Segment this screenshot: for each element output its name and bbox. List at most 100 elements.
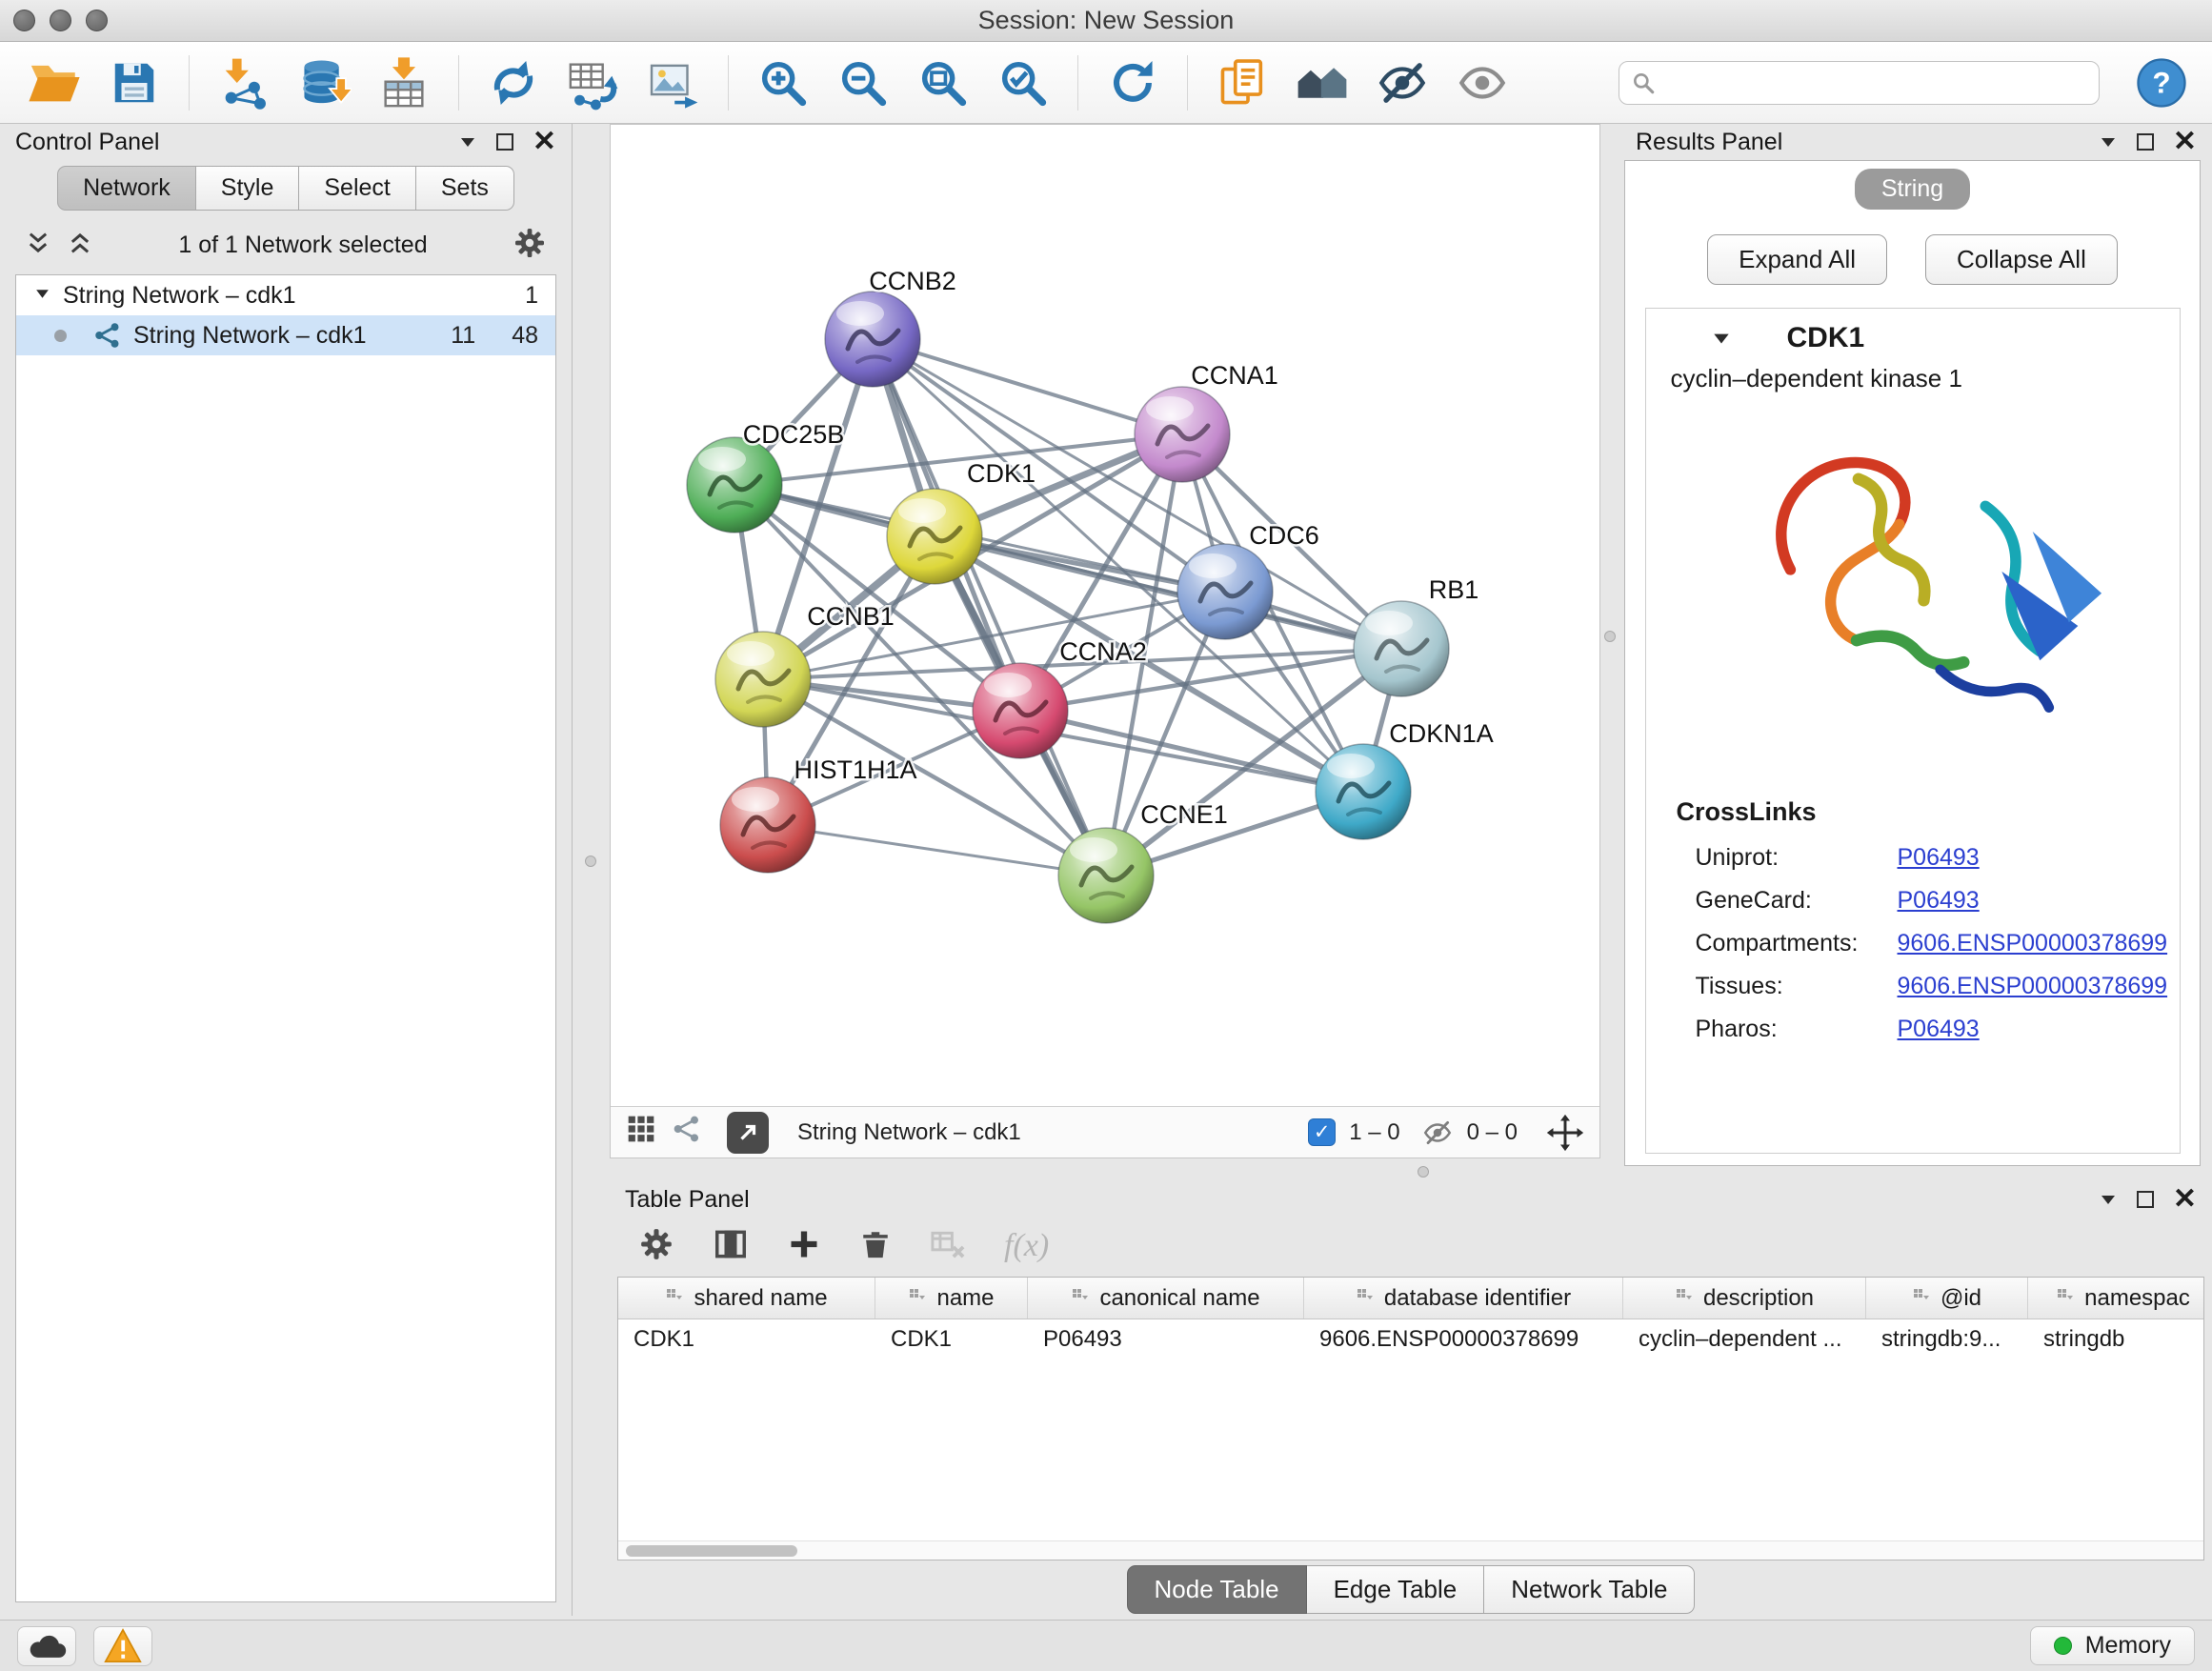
vertical-splitter-handle[interactable]: [585, 856, 596, 867]
import-network-button[interactable]: [211, 50, 277, 116]
add-column-plus-icon[interactable]: [787, 1227, 821, 1266]
float-panel-icon[interactable]: [458, 132, 477, 151]
column-header-description[interactable]: description: [1623, 1278, 1866, 1319]
column-header-name[interactable]: name: [875, 1278, 1028, 1319]
memory-button[interactable]: Memory: [2030, 1626, 2195, 1665]
zoom-in-button[interactable]: [750, 50, 816, 116]
collapse-protein-triangle-icon[interactable]: [1711, 328, 1732, 349]
annotation-button[interactable]: [1209, 50, 1276, 116]
column-header-database-identifier[interactable]: database identifier: [1304, 1278, 1623, 1319]
detach-view-button[interactable]: [727, 1112, 769, 1154]
refresh-button[interactable]: [1099, 50, 1166, 116]
maximize-panel-icon[interactable]: [2137, 1191, 2154, 1208]
network-collection-row[interactable]: String Network – cdk1 1: [16, 275, 555, 315]
minimize-window-button[interactable]: [50, 10, 71, 31]
column-header-canonical-name[interactable]: canonical name: [1028, 1278, 1304, 1319]
zoom-selected-button[interactable]: [990, 50, 1056, 116]
search-input[interactable]: [1665, 70, 2087, 96]
collection-expand-triangle-icon[interactable]: [33, 282, 51, 310]
table-cell: 9606.ENSP00000378699: [1304, 1319, 1623, 1359]
crosslink-value-link[interactable]: P06493: [1898, 844, 1980, 872]
scrollbar-thumb[interactable]: [626, 1545, 797, 1557]
expand-all-trees-icon[interactable]: [67, 230, 93, 261]
delete-column-trash-icon[interactable]: [859, 1228, 892, 1265]
crosslink-value-link[interactable]: P06493: [1898, 1016, 1980, 1043]
tab-node-table[interactable]: Node Table: [1127, 1565, 1307, 1614]
string-tab[interactable]: String: [1855, 169, 1970, 210]
pan-crosshair-icon[interactable]: [1546, 1114, 1584, 1152]
tab-style[interactable]: Style: [196, 166, 300, 211]
zoom-window-button[interactable]: [86, 10, 108, 31]
float-panel-icon[interactable]: [2099, 1190, 2118, 1209]
zoom-fit-button[interactable]: [910, 50, 976, 116]
network-row-selected[interactable]: String Network – cdk1 11 48: [16, 315, 555, 355]
network-overview-button[interactable]: [1289, 50, 1356, 116]
eye-slash-icon: [1375, 55, 1430, 111]
network-graph[interactable]: CCNB2CCNA1CDC25BCDK1CDC6RB1CCNB1CCNA2CDK…: [611, 125, 1599, 1106]
tab-network-table[interactable]: Network Table: [1484, 1565, 1695, 1614]
float-panel-icon[interactable]: [2099, 132, 2118, 151]
hide-selected-button[interactable]: [1369, 50, 1436, 116]
table-import-icon: [376, 55, 432, 111]
tab-edge-table[interactable]: Edge Table: [1307, 1565, 1485, 1614]
show-all-button[interactable]: [1449, 50, 1516, 116]
column-header-@id[interactable]: @id: [1866, 1278, 2028, 1319]
import-database-button[interactable]: [291, 50, 357, 116]
column-header-namespac[interactable]: namespac: [2028, 1278, 2204, 1319]
warnings-button[interactable]: [93, 1626, 152, 1666]
selected-checkbox-icon[interactable]: ✓: [1308, 1118, 1336, 1146]
close-panel-icon[interactable]: ✕: [2173, 1185, 2197, 1214]
network-node-CCNA2[interactable]: [973, 663, 1068, 758]
tab-select[interactable]: Select: [299, 166, 415, 211]
network-node-CDK1[interactable]: [887, 489, 982, 584]
crosslink-value-link[interactable]: 9606.ENSP00000378699: [1898, 930, 2168, 957]
import-table-button[interactable]: [371, 50, 437, 116]
network-node-CCNB1[interactable]: [715, 632, 811, 727]
network-node-HIST1H1A[interactable]: [720, 777, 815, 873]
protein-card-header[interactable]: CDK1: [1646, 309, 2180, 360]
network-from-table-button[interactable]: [560, 50, 627, 116]
tab-network[interactable]: Network: [57, 166, 196, 211]
view-network-icon[interactable]: [672, 1114, 702, 1151]
column-header-shared-name[interactable]: shared name: [618, 1278, 875, 1319]
control-panel-header: Control Panel ✕: [0, 124, 572, 160]
view-grid-icon[interactable]: [626, 1114, 656, 1151]
horizontal-splitter-handle[interactable]: [1418, 1166, 1429, 1178]
network-node-CCNB2[interactable]: [825, 292, 920, 387]
tab-sets[interactable]: Sets: [416, 166, 514, 211]
expand-all-button[interactable]: Expand All: [1707, 234, 1887, 285]
close-panel-icon[interactable]: ✕: [2173, 128, 2197, 156]
export-image-button[interactable]: [640, 50, 707, 116]
cloud-status-button[interactable]: [17, 1626, 76, 1666]
vertical-splitter-handle[interactable]: [1604, 631, 1616, 642]
close-window-button[interactable]: [13, 10, 35, 31]
hidden-eye-slash-icon[interactable]: [1421, 1117, 1454, 1149]
network-node-CDC25B[interactable]: [687, 437, 782, 533]
search-box[interactable]: [1619, 61, 2100, 105]
horizontal-scrollbar[interactable]: [618, 1540, 2203, 1560]
crosslink-value-link[interactable]: 9606.ENSP00000378699: [1898, 973, 2168, 1000]
show-columns-icon[interactable]: [713, 1226, 749, 1267]
maximize-panel-icon[interactable]: [496, 133, 513, 151]
node-label: CDC6: [1249, 521, 1319, 550]
crosslink-value-link[interactable]: P06493: [1898, 887, 1980, 915]
node-label: CCNE1: [1140, 800, 1228, 829]
network-node-CDC6[interactable]: [1177, 544, 1273, 639]
network-node-RB1[interactable]: [1354, 601, 1449, 696]
collapse-all-button[interactable]: Collapse All: [1925, 234, 2118, 285]
open-session-button[interactable]: [21, 50, 88, 116]
save-session-button[interactable]: [101, 50, 168, 116]
table-settings-gear-icon[interactable]: [638, 1226, 674, 1267]
merge-networks-button[interactable]: [480, 50, 547, 116]
network-node-CCNE1[interactable]: [1058, 828, 1154, 923]
network-options-gear-icon[interactable]: [513, 226, 547, 265]
network-node-CCNA1[interactable]: [1135, 387, 1230, 482]
collapse-all-trees-icon[interactable]: [25, 230, 51, 261]
table-row[interactable]: CDK1CDK1P064939606.ENSP00000378699cyclin…: [618, 1319, 2203, 1359]
zoom-out-button[interactable]: [830, 50, 896, 116]
maximize-panel-icon[interactable]: [2137, 133, 2154, 151]
network-node-CDKN1A[interactable]: [1316, 744, 1411, 839]
help-button[interactable]: ?: [2132, 53, 2191, 112]
network-canvas[interactable]: CCNB2CCNA1CDC25BCDK1CDC6RB1CCNB1CCNA2CDK…: [611, 125, 1599, 1106]
close-panel-icon[interactable]: ✕: [533, 128, 556, 156]
